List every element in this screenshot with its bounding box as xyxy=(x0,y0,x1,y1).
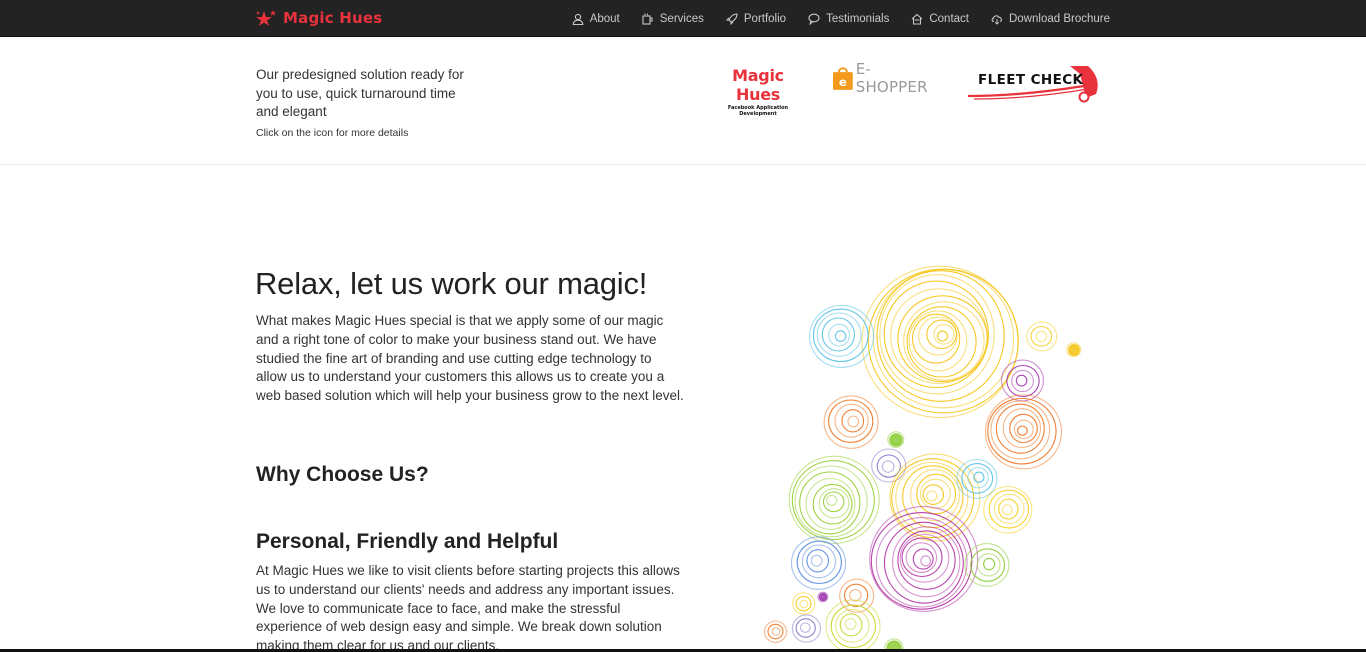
brand-logo[interactable]: Magic Hues xyxy=(255,8,382,28)
scribble-circle xyxy=(887,431,905,448)
personal-friendly-text: At Magic Hues we like to visit clients b… xyxy=(256,563,680,652)
cloud-download-icon xyxy=(991,14,1002,25)
nav-services[interactable]: Services xyxy=(642,13,704,25)
solutions-strip: Our predesigned solution ready for you t… xyxy=(0,38,1366,165)
eshopper-bag-letter: e xyxy=(839,75,847,89)
top-navbar: Magic Hues About Services Portfolio Test… xyxy=(0,0,1366,37)
main-heading: Relax, let us work our magic! xyxy=(255,266,648,301)
main-nav: About Services Portfolio Testimonials Co… xyxy=(550,0,1110,37)
fleet-check-title: FLEET CHECK xyxy=(978,72,1084,88)
solutions-lead: Our predesigned solution ready for you t… xyxy=(256,67,464,119)
scribble-circle xyxy=(788,455,880,544)
eshopper-title: E-SHOPPER xyxy=(855,60,928,96)
coffee-icon xyxy=(642,13,653,25)
home-icon xyxy=(911,13,923,25)
nav-download-brochure[interactable]: Download Brochure xyxy=(991,13,1110,25)
nav-download-brochure-label: Download Brochure xyxy=(1008,12,1110,25)
magic-hues-app-subtitle: Facebook Application Development xyxy=(727,105,789,117)
scribble-circle xyxy=(790,536,847,590)
magic-hues-app-title: Magic Hues xyxy=(732,66,784,104)
scribble-circle xyxy=(1026,321,1058,352)
why-choose-heading: Why Choose Us? xyxy=(256,463,429,486)
main-intro-text: What makes Magic Hues special is that we… xyxy=(256,313,684,404)
scribble-circle xyxy=(817,591,829,603)
scribble-circle xyxy=(791,614,821,643)
nav-about-label: About xyxy=(589,12,620,25)
scribble-circle xyxy=(809,304,875,368)
stars-icon xyxy=(256,10,276,26)
nav-testimonials[interactable]: Testimonials xyxy=(808,13,889,25)
scribble-circle xyxy=(984,394,1063,470)
scribble-circle xyxy=(861,265,1019,419)
nav-contact-label: Contact xyxy=(929,12,969,25)
nav-contact[interactable]: Contact xyxy=(911,13,969,25)
scribble-circle xyxy=(792,592,816,615)
scribble-circle xyxy=(1066,342,1082,358)
user-icon xyxy=(572,13,584,25)
nav-services-label: Services xyxy=(659,12,704,25)
nav-about[interactable]: About xyxy=(572,13,620,25)
shopping-bag-icon: e xyxy=(832,67,853,90)
magic-hues-app-logo[interactable]: Magic Hues Facebook Application Developm… xyxy=(710,66,806,117)
brand-name: Magic Hues xyxy=(283,9,383,27)
rocket-icon xyxy=(725,12,738,25)
scribble-circle xyxy=(983,485,1033,534)
scribble-circle xyxy=(869,506,979,612)
solutions-hint: Click on the icon for more details xyxy=(256,126,409,139)
nav-portfolio-label: Portfolio xyxy=(743,12,787,25)
scribble-circles-illustration xyxy=(763,265,1082,652)
solutions-copy: Our predesigned solution ready for you t… xyxy=(256,66,476,139)
nav-testimonials-label: Testimonials xyxy=(826,12,890,25)
chat-icon xyxy=(808,13,820,25)
scribble-circle xyxy=(763,620,788,643)
scribble-circle xyxy=(823,395,879,449)
eshopper-logo[interactable]: e E-SHOPPER xyxy=(832,60,942,96)
scribble-circle xyxy=(825,599,881,652)
scribble-circle xyxy=(871,448,907,483)
fleet-check-logo[interactable]: FLEET CHECK xyxy=(966,62,1102,106)
nav-portfolio[interactable]: Portfolio xyxy=(725,12,787,25)
personal-friendly-heading: Personal, Friendly and Helpful xyxy=(256,530,559,553)
